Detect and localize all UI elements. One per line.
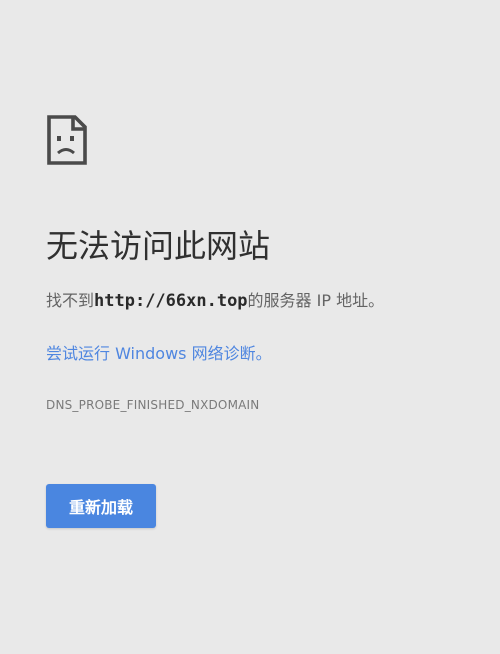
message-prefix: 找不到 <box>46 291 95 310</box>
error-code: DNS_PROBE_FINISHED_NXDOMAIN <box>46 398 260 412</box>
host-name: http://66xn.top <box>94 291 248 311</box>
error-message: 找不到http://66xn.top的服务器 IP 地址。 <box>46 288 384 314</box>
sad-page-icon <box>46 114 88 166</box>
message-suffix: 的服务器 IP 地址。 <box>247 291 385 310</box>
network-diagnostics-link[interactable]: 尝试运行 Windows 网络诊断。 <box>46 341 272 367</box>
error-title: 无法访问此网站 <box>46 227 271 265</box>
reload-button[interactable]: 重新加载 <box>46 484 156 528</box>
